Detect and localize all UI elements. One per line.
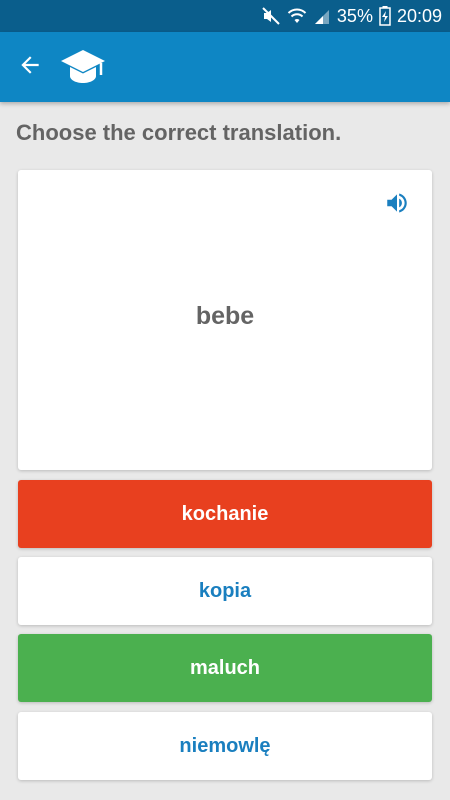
play-audio-button[interactable] xyxy=(382,190,412,220)
answer-option-3[interactable]: maluch xyxy=(18,634,432,702)
word-card: bebe xyxy=(18,170,432,470)
arrow-left-icon xyxy=(17,52,43,83)
answer-option-1[interactable]: kochanie xyxy=(18,480,432,548)
clock: 20:09 xyxy=(396,5,442,26)
answer-option-4[interactable]: niemowlę xyxy=(18,712,432,780)
status-bar: 35% 20:09 xyxy=(0,0,450,32)
back-button[interactable] xyxy=(12,52,48,82)
app-bar xyxy=(0,32,450,102)
answer-option-2[interactable]: kopia xyxy=(18,557,432,625)
signal-icon xyxy=(313,7,331,25)
question-word: bebe xyxy=(195,302,255,330)
battery-text: 35% xyxy=(336,5,373,26)
wifi-icon xyxy=(287,6,307,26)
speaker-icon xyxy=(384,190,410,221)
battery-icon xyxy=(379,6,391,26)
mute-icon xyxy=(261,6,281,26)
page-title: Choose the correct translation. xyxy=(16,120,342,145)
graduation-cap-icon xyxy=(60,48,106,91)
